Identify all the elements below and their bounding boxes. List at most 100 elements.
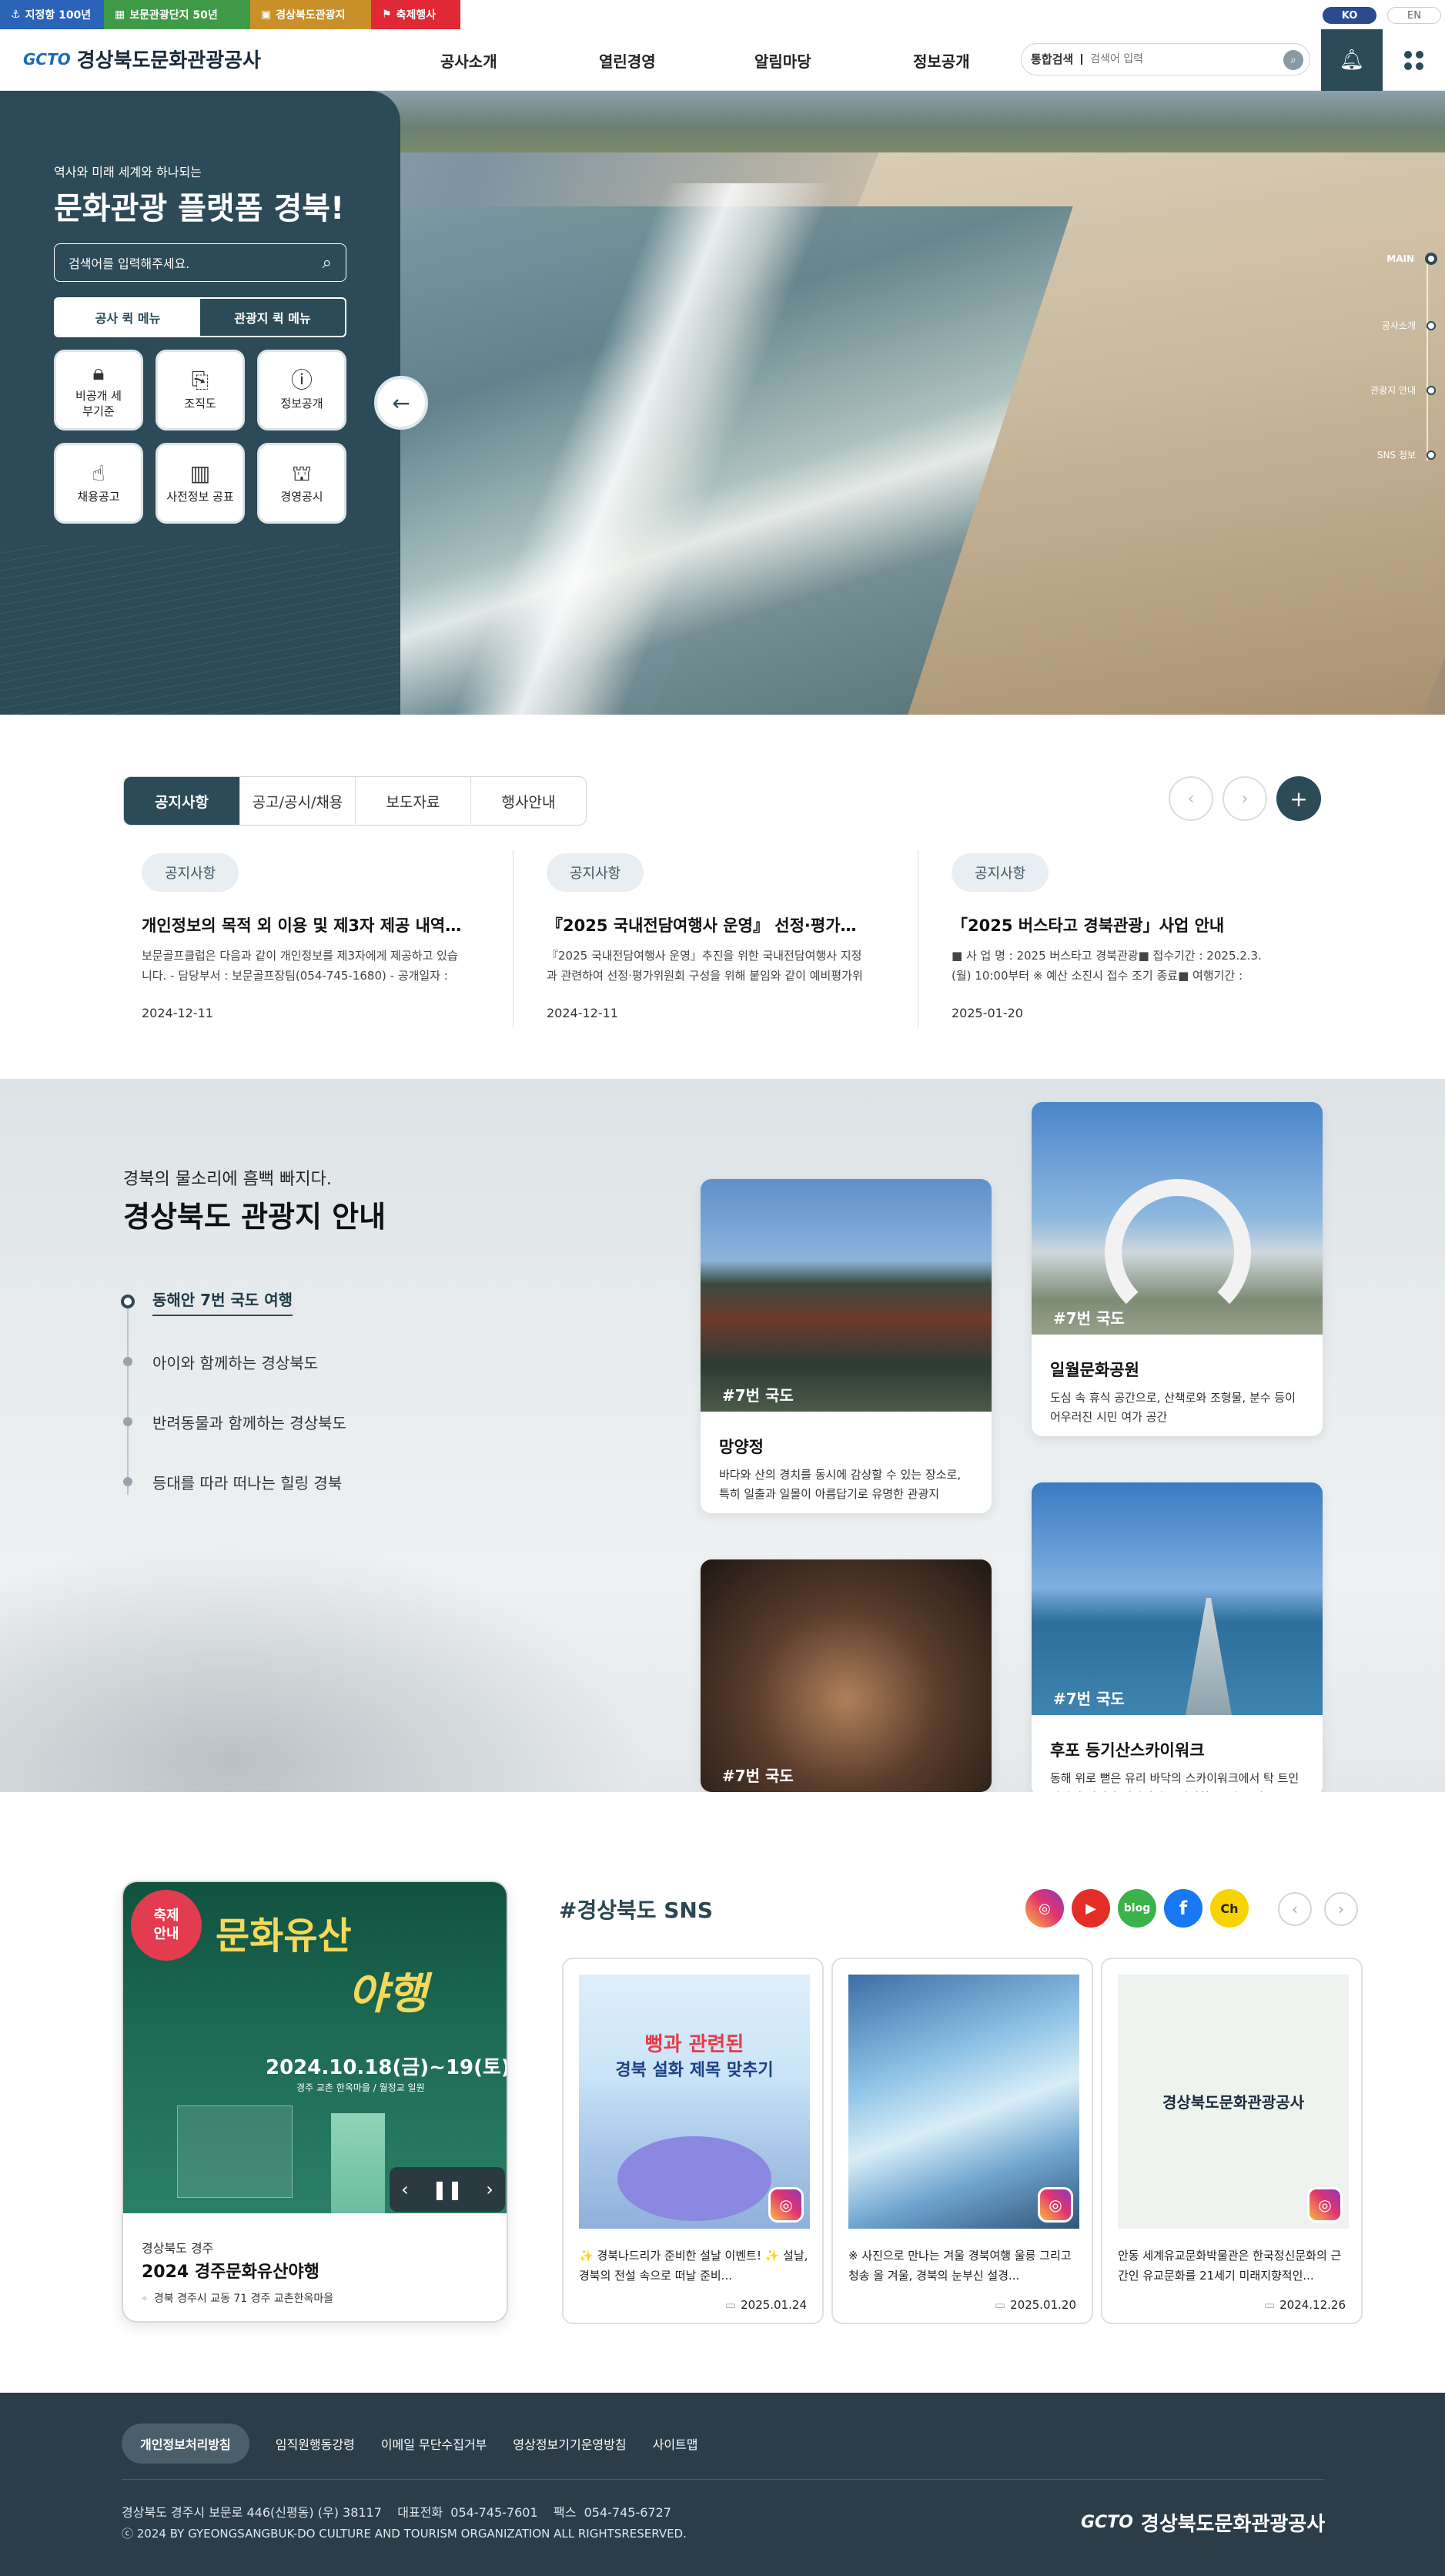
nav-management[interactable]: 열린경영 [599,49,656,72]
next-icon[interactable]: › [486,2179,493,2200]
kakao-channel-icon[interactable]: Ch [1210,1889,1249,1928]
poster-program-box [177,2105,293,2198]
festival-sns-section: 축제 안내 문화유산 야행 2024.10.18(금)~19(토) 경주 교촌 한… [0,1792,1445,2393]
lock-icon: 🔒︎ [92,359,105,385]
util-link-bomun-50yr[interactable]: ▦ 보문관광단지 50년 [104,0,250,29]
tourism-card[interactable]: #7번 국도 망양정 바다와 산의 경치를 동시에 감상할 수 있는 장소로, … [701,1179,992,1513]
sns-post-card[interactable]: 경상북도문화관광공사 ◎ 안동 세계유교문화박물관은 한국정신문화의 근간인 유… [1101,1958,1363,2324]
category-lighthouse[interactable]: 등대를 따라 떠나는 힐링 경북 [123,1452,346,1512]
site-footer: 개인정보처리방침 임직원행동강령 이메일 무단수집거부 영상정보기기운영방침 사… [0,2393,1445,2576]
tab-press[interactable]: 보도자료 [355,777,470,825]
tab-announcements[interactable]: 공고/공시/채용 [239,777,355,825]
ship-icon: ⚓ [11,8,21,21]
sns-post-date: ▭ 2024.12.26 [1263,2298,1346,2312]
sns-post-text: 안동 세계유교문화박물관은 한국정신문화의 근간인 유교문화를 21세기 미래지… [1118,2249,1342,2283]
notice-section: 공지사항 공고/공시/채용 보도자료 행사안내 ‹ › + 공지사항 개인정보의… [0,715,1445,1079]
tourism-tag: #7번 국도 [722,1767,794,1785]
header-search-input[interactable] [1090,53,1268,65]
festival-card[interactable]: 축제 안내 문화유산 야행 2024.10.18(금)~19(토) 경주 교촌 한… [122,1881,508,2323]
category-route7[interactable]: 동해안 7번 국도 여행 [121,1271,346,1332]
prev-icon[interactable]: ‹ [401,2179,409,2200]
building-icon: ▥ [189,460,211,486]
header-search: 통합검색 ⌕ [1021,43,1310,75]
tab-org-quick-menu[interactable]: 공사 퀵 메뉴 [55,299,200,336]
sns-post-image: 뻥과 관련된 경북 설화 제목 맞추기 ◎ [579,1975,810,2229]
category-pets[interactable]: 반려동물과 함께하는 경상북도 [123,1392,346,1452]
sns-prev-button[interactable]: ‹ [1278,1892,1312,1926]
tab-tourism-quick-menu[interactable]: 관광지 퀵 메뉴 [200,299,345,336]
footer-link-sitemap[interactable]: 사이트맵 [653,2434,698,2453]
footer-link-conduct[interactable]: 임직원행동강령 [276,2434,355,2453]
quick-pre-disclosure[interactable]: ▥ 사전정보 공표 [156,443,245,524]
footer-link-cctv-policy[interactable]: 영상정보기기운영방침 [513,2434,626,2453]
blog-icon[interactable]: blog [1118,1889,1156,1928]
footer-link-privacy[interactable]: 개인정보처리방침 [122,2424,249,2464]
calendar-icon: ▭ [724,2298,737,2312]
instagram-icon: ◎ [1307,2187,1343,2223]
notice-title: 『2025 국내전담여행사 운영』 선정·평가위원(후... [547,916,870,935]
pause-icon[interactable]: ❚❚ [432,2179,463,2200]
quick-info-disclosure[interactable]: ⓘ 정보공개 [257,350,346,430]
search-icon[interactable]: ⌕ [323,253,332,273]
hero-prev-arrow-icon[interactable]: ← [374,376,428,430]
map-pin-icon: ⌖ [142,2293,148,2305]
section-nav-sns[interactable]: SNS 정보 [1377,448,1436,461]
tab-notice[interactable]: 공지사항 [124,777,239,825]
tourism-category-list: 동해안 7번 국도 여행 아이와 함께하는 경상북도 반려동물과 함께하는 경상… [121,1271,346,1512]
notice-card[interactable]: 공지사항 개인정보의 목적 외 이용 및 제3자 제공 내역 안내(... 보문… [123,853,477,1038]
flag-icon: ⚑ [382,8,392,21]
search-icon[interactable]: ⌕ [1283,50,1303,70]
tourism-card[interactable]: #7번 국도 후포 등기산스카이워크 동해 위로 뻗은 유리 바닥의 스카이워크… [1032,1482,1323,1792]
notification-bell-icon[interactable]: 🔔︎ [1321,29,1383,91]
sns-next-button[interactable]: › [1324,1892,1358,1926]
category-kids[interactable]: 아이와 함께하는 경상북도 [123,1332,346,1392]
sns-post-card[interactable]: 뻥과 관련된 경북 설화 제목 맞추기 ◎ ✨ 경북나드리가 준비한 설날 이벤… [562,1958,824,2324]
lang-ko-button[interactable]: KO [1323,7,1376,24]
notice-more-button[interactable]: + [1276,776,1321,821]
quick-org-chart[interactable]: ⎘ 조직도 [156,350,245,430]
nav-notice-board[interactable]: 알림마당 [754,49,811,72]
facebook-icon[interactable]: f [1164,1889,1202,1928]
sns-post-date: ▭ 2025.01.24 [724,2298,807,2312]
util-link-festival[interactable]: ⚑ 축제행사 [371,0,460,29]
notice-next-button[interactable]: › [1223,776,1267,821]
section-nav-tourism[interactable]: 관광지 안내 [1370,384,1436,397]
tourism-tag: #7번 국도 [722,1386,794,1405]
calendar-icon: ▭ [1263,2298,1276,2312]
hero-background-hills [323,91,1445,152]
hero-search-input[interactable]: 검색어를 입력해주세요. ⌕ [54,243,346,282]
site-logo[interactable]: GCTO 경상북도문화관광공사 [23,45,261,73]
quick-nondisclosure-criteria[interactable]: 🔒︎ 비공개 세부기준 [54,350,143,430]
sns-post-image: ◎ [848,1975,1079,2229]
util-link-tourism[interactable]: ▣ 경상북도관광지 [250,0,371,29]
quick-menu-tabs: 공사 퀵 메뉴 관광지 퀵 메뉴 [54,297,346,337]
all-menu-grid-icon[interactable] [1383,29,1445,91]
festival-name: 2024 경주문화유산야행 [142,2263,319,2282]
util-link-100yr[interactable]: ⚓ 지정항 100년 [0,0,104,29]
sns-post-card[interactable]: ◎ ※ 사진으로 만나는 겨울 경북여행 울릉 그리고 청송 올 겨울, 경북의… [831,1958,1093,2324]
youtube-icon[interactable]: ▶ [1072,1889,1110,1928]
lang-en-button[interactable]: EN [1387,7,1441,24]
tourism-card[interactable]: #7번 국도 일월문화공원 도심 속 휴식 공간으로, 산책로와 조형물, 분수… [1032,1102,1323,1436]
section-nav-main[interactable]: MAIN [1386,253,1437,265]
section-nav-about[interactable]: 공사소개 [1382,319,1436,332]
tourism-card[interactable]: #7번 국도 [701,1559,992,1792]
logo-name: 경상북도문화관광공사 [76,49,261,72]
footer-link-email-refusal[interactable]: 이메일 무단수집거부 [381,2434,487,2453]
notice-card[interactable]: 공지사항 『2025 국내전담여행사 운영』 선정·평가위원(후... 『202… [528,853,882,1038]
site-header: GCTO 경상북도문화관광공사 공사소개 열린경영 알림마당 정보공개 통합검색… [0,29,1445,91]
tab-events[interactable]: 행사안내 [470,777,586,825]
quick-recruit[interactable]: ☝ 채용공고 [54,443,143,524]
poster-date: 2024.10.18(금)~19(토) [266,2056,508,2079]
hero-title: 문화관광 플랫폼 경북! [54,191,345,226]
notice-title: 개인정보의 목적 외 이용 및 제3자 제공 내역 안내(... [142,916,465,935]
quick-management-disclosure[interactable]: ⛫ 경영공시 [257,443,346,524]
nav-about[interactable]: 공사소개 [440,49,497,72]
festival-poster: 축제 안내 문화유산 야행 2024.10.18(금)~19(토) 경주 교촌 한… [123,1882,508,2213]
festival-address: ⌖ 경북 경주시 교동 71 경주 교촌한옥마을 [142,2293,334,2305]
notice-desc: 『2025 국내전담여행사 운영』추진을 위한 국내전담여행사 지정과 관련하여… [547,949,863,983]
instagram-icon[interactable]: ◎ [1025,1889,1064,1928]
notice-prev-button[interactable]: ‹ [1169,776,1213,821]
nav-info-disclosure[interactable]: 정보공개 [913,49,970,72]
notice-card[interactable]: 공지사항 「2025 버스타고 경북관광」사업 안내 ■ 사 업 명 : 202… [933,853,1287,1038]
